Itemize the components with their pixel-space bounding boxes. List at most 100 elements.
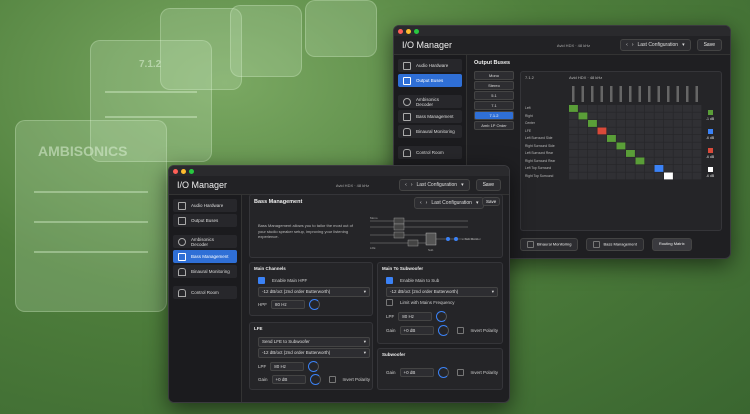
matrix-cell[interactable] bbox=[578, 135, 588, 142]
matrix-cell[interactable] bbox=[635, 150, 645, 157]
matrix-cell[interactable] bbox=[645, 120, 654, 127]
matrix-cell[interactable] bbox=[607, 105, 616, 112]
matrix-cell[interactable] bbox=[654, 157, 664, 165]
matrix-cell[interactable] bbox=[635, 127, 645, 135]
matrix-cell[interactable] bbox=[645, 105, 654, 112]
sub-invert-polarity-checkbox[interactable] bbox=[456, 327, 464, 334]
matrix-cell[interactable] bbox=[597, 105, 607, 112]
matrix-cell[interactable] bbox=[588, 172, 597, 180]
matrix-cell[interactable] bbox=[654, 135, 664, 142]
matrix-cell[interactable] bbox=[607, 165, 616, 172]
minimize-button[interactable] bbox=[406, 28, 411, 34]
matrix-cell[interactable] bbox=[645, 127, 654, 135]
lfe-filter-select[interactable]: -12 dB/oct (2nd order Butterworth) ▾ bbox=[258, 348, 370, 358]
chevron-right-icon[interactable]: › bbox=[426, 200, 428, 206]
matrix-cell-active[interactable] bbox=[664, 172, 673, 180]
matrix-cell[interactable] bbox=[597, 172, 607, 180]
matrix-cell[interactable] bbox=[664, 157, 673, 165]
checkbox[interactable] bbox=[527, 241, 534, 248]
matrix-cell[interactable] bbox=[673, 112, 683, 120]
matrix-cell[interactable] bbox=[664, 165, 673, 172]
bus-item[interactable]: 7.1 bbox=[474, 101, 514, 110]
sidebar-item-binaural-monitoring[interactable]: Binaural Monitoring bbox=[173, 265, 237, 278]
matrix-cell[interactable] bbox=[597, 135, 607, 142]
matrix-cell[interactable] bbox=[616, 112, 626, 120]
matrix-cell[interactable] bbox=[616, 157, 626, 165]
matrix-cell[interactable] bbox=[588, 165, 597, 172]
matrix-cell[interactable] bbox=[588, 105, 597, 112]
sub-gain-knob[interactable] bbox=[437, 325, 449, 336]
matrix-cell[interactable] bbox=[683, 112, 692, 120]
matrix-cell[interactable] bbox=[635, 142, 645, 150]
matrix-cell[interactable] bbox=[607, 127, 616, 135]
routing-matrix-button[interactable]: Routing Matrix bbox=[651, 238, 692, 251]
matrix-cell[interactable] bbox=[626, 105, 635, 112]
matrix-cell[interactable] bbox=[683, 172, 692, 180]
matrix-cell[interactable] bbox=[692, 105, 702, 112]
matrix-cell[interactable] bbox=[616, 135, 626, 142]
matrix-cell[interactable] bbox=[597, 165, 607, 172]
matrix-cell[interactable] bbox=[626, 120, 635, 127]
matrix-cell[interactable] bbox=[569, 135, 578, 142]
sidebar-item-binaural-monitoring[interactable]: Binaural Monitoring bbox=[398, 125, 462, 138]
matrix-cell[interactable] bbox=[578, 120, 588, 127]
matrix-cell[interactable] bbox=[692, 157, 702, 165]
zoom-button[interactable] bbox=[189, 168, 194, 174]
matrix-cell[interactable] bbox=[673, 150, 683, 157]
subwoofer-gain-field[interactable]: +0 dB bbox=[399, 368, 434, 377]
matrix-cell[interactable] bbox=[683, 150, 692, 157]
matrix-cell[interactable] bbox=[673, 165, 683, 172]
matrix-cell[interactable] bbox=[588, 112, 597, 120]
matrix-cell-active[interactable] bbox=[607, 135, 616, 142]
close-button[interactable] bbox=[398, 28, 403, 34]
lfe-gain-field[interactable]: +0 dB bbox=[271, 375, 306, 384]
matrix-cell[interactable] bbox=[683, 165, 692, 172]
sidebar-item-ambisonics-decoder[interactable]: Ambisonics Decoder bbox=[398, 95, 462, 108]
bus-item[interactable]: Mono bbox=[474, 71, 514, 80]
sub-filter-select[interactable]: -12 dB/oct (2nd order Butterworth) ▾ bbox=[386, 287, 498, 297]
sidebar-item-control-room[interactable]: Control Room bbox=[173, 286, 237, 299]
matrix-cell[interactable] bbox=[616, 127, 626, 135]
zoom-button[interactable] bbox=[414, 28, 419, 34]
matrix-cell[interactable] bbox=[635, 105, 645, 112]
matrix-cell[interactable] bbox=[569, 127, 578, 135]
matrix-cell[interactable] bbox=[673, 135, 683, 142]
matrix-cell[interactable] bbox=[673, 105, 683, 112]
matrix-cell[interactable] bbox=[692, 165, 702, 172]
matrix-cell[interactable] bbox=[569, 172, 578, 180]
matrix-cell[interactable] bbox=[626, 112, 635, 120]
matrix-cell[interactable] bbox=[645, 172, 654, 180]
lfe-invert-polarity-checkbox[interactable] bbox=[328, 376, 336, 383]
routing-matrix-grid[interactable] bbox=[567, 84, 707, 196]
matrix-cell[interactable] bbox=[692, 150, 702, 157]
matrix-cell[interactable] bbox=[607, 157, 616, 165]
hpf-field[interactable]: 80 Hz bbox=[271, 300, 305, 309]
matrix-cell[interactable] bbox=[607, 112, 616, 120]
matrix-cell[interactable] bbox=[588, 127, 597, 135]
sub-gain-field[interactable]: +0 dB bbox=[399, 326, 434, 335]
matrix-cell[interactable] bbox=[616, 150, 626, 157]
matrix-cell[interactable] bbox=[664, 142, 673, 150]
matrix-cell[interactable] bbox=[597, 112, 607, 120]
chevron-left-icon[interactable]: ‹ bbox=[626, 42, 628, 48]
matrix-cell[interactable] bbox=[578, 105, 588, 112]
matrix-cell-active[interactable] bbox=[635, 157, 645, 165]
matrix-cell[interactable] bbox=[654, 172, 664, 180]
matrix-cell[interactable] bbox=[645, 150, 654, 157]
binaural-monitoring-toggle[interactable]: Binaural Monitoring bbox=[520, 238, 579, 251]
matrix-cell[interactable] bbox=[597, 142, 607, 150]
matrix-cell[interactable] bbox=[569, 150, 578, 157]
matrix-cell[interactable] bbox=[664, 112, 673, 120]
matrix-cell[interactable] bbox=[626, 157, 635, 165]
matrix-cell[interactable] bbox=[569, 120, 578, 127]
matrix-cell[interactable] bbox=[645, 165, 654, 172]
matrix-cell-active[interactable] bbox=[616, 142, 626, 150]
matrix-cell[interactable] bbox=[683, 135, 692, 142]
matrix-cell[interactable] bbox=[635, 165, 645, 172]
lfe-routing-select[interactable]: Send LFE to Subwoofer ▾ bbox=[258, 337, 370, 347]
limit-mains-frequency-checkbox[interactable] bbox=[386, 299, 393, 306]
matrix-cell[interactable] bbox=[626, 165, 635, 172]
sidebar-item-audio-hardware[interactable]: Audio Hardware bbox=[173, 199, 237, 212]
matrix-cell[interactable] bbox=[683, 142, 692, 150]
matrix-cell[interactable] bbox=[664, 120, 673, 127]
